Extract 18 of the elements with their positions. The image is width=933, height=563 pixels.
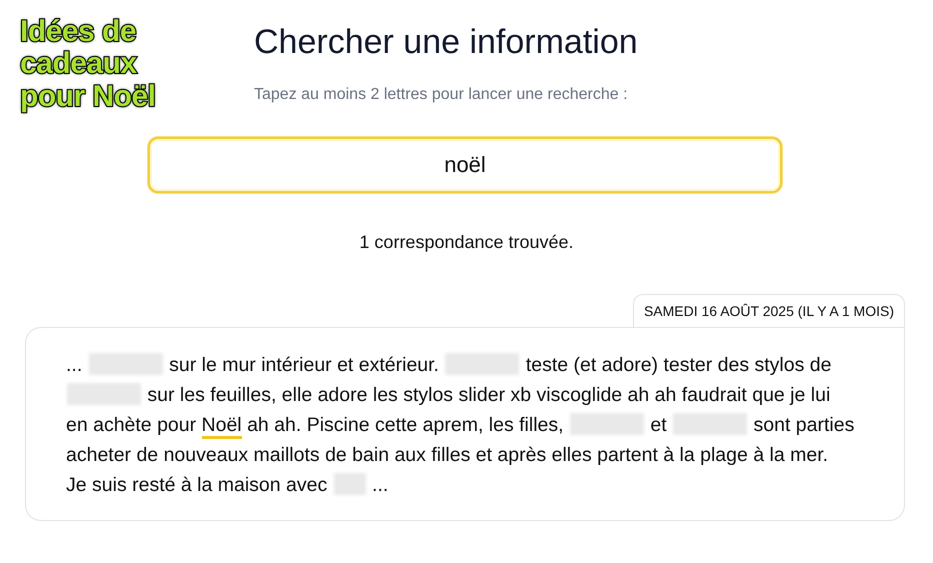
entry-text: ah ah. Piscine cette aprem, les filles, xyxy=(247,414,564,436)
entry-text: sont parties xyxy=(754,414,854,436)
entry-text: sur les feuilles, elle adore les stylos slider xb viscoglide ah ah faudrait que je lui xyxy=(147,384,830,406)
entry-text: ... xyxy=(372,474,388,496)
entry-text: acheter de nouveaux maillots de bain aux filles et après elles partent à la plage à la mer. xyxy=(66,444,828,466)
entry-text: sur le mur intérieur et extérieur. xyxy=(169,354,439,376)
search-hint: Tapez au moins 2 lettres pour lancer une recherche : xyxy=(254,84,629,105)
result-count: 1 correspondance trouvée. xyxy=(358,230,575,254)
entry-text: et xyxy=(650,414,667,436)
entry-text: teste (et adore) tester des stylos de xyxy=(526,354,832,376)
entry-text: ... xyxy=(66,354,82,376)
page-title: Chercher une information xyxy=(254,22,639,63)
highlighted-match: Noël xyxy=(202,414,242,439)
caption-overlay: Idées de cadeaux pour Noël xyxy=(20,16,156,114)
entry-text: en achète pour xyxy=(66,414,196,436)
entry-date: SAMEDI 16 AOÛT 2025 (IL Y A 1 MOIS) xyxy=(632,294,905,327)
entry-text: Je suis resté à la maison avec xyxy=(66,474,328,496)
search-field[interactable]: noël xyxy=(148,136,782,193)
